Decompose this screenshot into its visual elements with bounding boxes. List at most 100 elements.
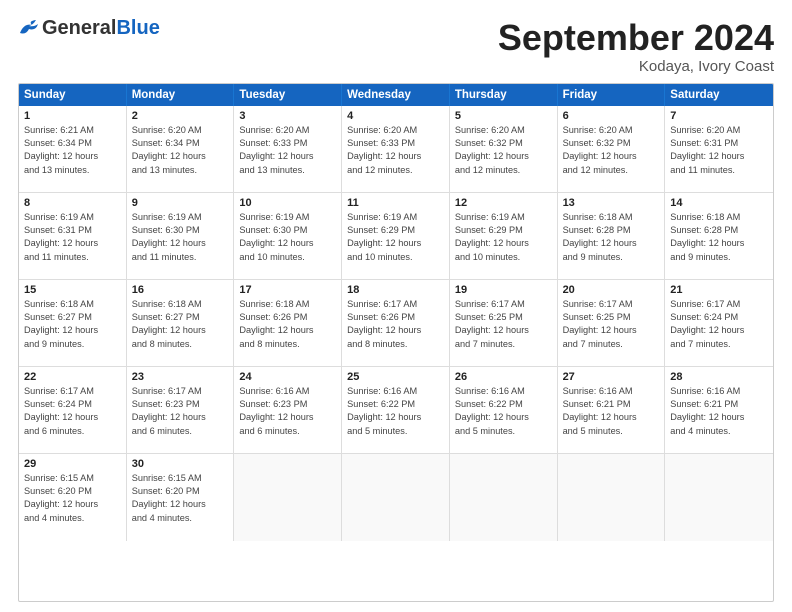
cal-cell-3-1: 23Sunrise: 6:17 AM Sunset: 6:23 PM Dayli… [127,367,235,453]
day-info: Sunrise: 6:16 AM Sunset: 6:22 PM Dayligh… [455,385,552,438]
day-number: 8 [24,197,121,209]
day-number: 2 [132,110,229,122]
day-info: Sunrise: 6:19 AM Sunset: 6:30 PM Dayligh… [239,211,336,264]
day-info: Sunrise: 6:20 AM Sunset: 6:32 PM Dayligh… [455,124,552,177]
day-info: Sunrise: 6:17 AM Sunset: 6:23 PM Dayligh… [132,385,229,438]
day-info: Sunrise: 6:20 AM Sunset: 6:33 PM Dayligh… [347,124,444,177]
day-number: 15 [24,284,121,296]
day-info: Sunrise: 6:19 AM Sunset: 6:30 PM Dayligh… [132,211,229,264]
cal-cell-2-0: 15 Sunrise: 6:18 AM Sunset: 6:27 PM Dayli… [19,280,127,366]
day-info: Sunrise: 6:16 AM Sunset: 6:22 PM Dayligh… [347,385,444,438]
cal-cell-1-6: 14 Sunrise: 6:18 AM Sunset: 6:28 PM Dayli… [665,193,773,279]
title-block: September 2024 Kodaya, Ivory Coast [498,18,774,75]
weekday-friday: Friday [558,84,666,106]
logo-text: GeneralBlue [42,18,160,38]
weekday-wednesday: Wednesday [342,84,450,106]
cal-cell-3-6: 28Sunrise: 6:16 AM Sunset: 6:21 PM Dayli… [665,367,773,453]
day-info: Sunrise: 6:18 AM Sunset: 6:26 PM Dayligh… [239,298,336,351]
day-number: 24 [239,371,336,383]
day-number: 26 [455,371,552,383]
day-info: Sunrise: 6:20 AM Sunset: 6:31 PM Dayligh… [670,124,768,177]
day-number: 10 [239,197,336,209]
calendar-body: 1 Sunrise: 6:21 AM Sunset: 6:34 PM Daylig… [19,106,773,541]
day-info: Sunrise: 6:18 AM Sunset: 6:27 PM Dayligh… [132,298,229,351]
day-info: Sunrise: 6:17 AM Sunset: 6:26 PM Dayligh… [347,298,444,351]
day-info: Sunrise: 6:16 AM Sunset: 6:21 PM Dayligh… [563,385,660,438]
day-number: 16 [132,284,229,296]
weekday-saturday: Saturday [665,84,773,106]
day-info: Sunrise: 6:18 AM Sunset: 6:27 PM Dayligh… [24,298,121,351]
cal-cell-0-1: 2 Sunrise: 6:20 AM Sunset: 6:34 PM Daylig… [127,106,235,192]
calendar: Sunday Monday Tuesday Wednesday Thursday… [18,83,774,602]
day-number: 29 [24,458,121,470]
day-info: Sunrise: 6:15 AM Sunset: 6:20 PM Dayligh… [132,472,229,525]
cal-cell-4-6 [665,454,773,541]
day-info: Sunrise: 6:17 AM Sunset: 6:24 PM Dayligh… [24,385,121,438]
weekday-tuesday: Tuesday [234,84,342,106]
subtitle: Kodaya, Ivory Coast [498,58,774,75]
day-number: 1 [24,110,121,122]
day-number: 7 [670,110,768,122]
day-number: 11 [347,197,444,209]
cal-cell-0-2: 3Sunrise: 6:20 AM Sunset: 6:33 PM Daylig… [234,106,342,192]
cal-cell-1-4: 12 Sunrise: 6:19 AM Sunset: 6:29 PM Dayli… [450,193,558,279]
logo-general: General [42,17,116,39]
month-title: September 2024 [498,18,774,58]
logo-blue: Blue [116,17,159,39]
day-info: Sunrise: 6:20 AM Sunset: 6:33 PM Dayligh… [239,124,336,177]
cal-cell-2-3: 18 Sunrise: 6:17 AM Sunset: 6:26 PM Dayli… [342,280,450,366]
day-info: Sunrise: 6:20 AM Sunset: 6:32 PM Dayligh… [563,124,660,177]
cal-cell-2-2: 17 Sunrise: 6:18 AM Sunset: 6:26 PM Dayli… [234,280,342,366]
day-info: Sunrise: 6:20 AM Sunset: 6:34 PM Dayligh… [132,124,229,177]
day-number: 17 [239,284,336,296]
weekday-sunday: Sunday [19,84,127,106]
cal-cell-4-4 [450,454,558,541]
day-number: 12 [455,197,552,209]
logo-bird-icon [18,19,40,37]
cal-cell-4-0: 29 Sunrise: 6:15 AM Sunset: 6:20 PM Dayli… [19,454,127,541]
week-row-3: 15 Sunrise: 6:18 AM Sunset: 6:27 PM Dayli… [19,280,773,367]
cal-cell-2-5: 20Sunrise: 6:17 AM Sunset: 6:25 PM Dayli… [558,280,666,366]
day-info: Sunrise: 6:17 AM Sunset: 6:25 PM Dayligh… [455,298,552,351]
cal-cell-1-0: 8 Sunrise: 6:19 AM Sunset: 6:31 PM Daylig… [19,193,127,279]
header: GeneralBlue September 2024 Kodaya, Ivory… [18,18,774,75]
day-info: Sunrise: 6:19 AM Sunset: 6:29 PM Dayligh… [455,211,552,264]
day-number: 28 [670,371,768,383]
cal-cell-1-2: 10 Sunrise: 6:19 AM Sunset: 6:30 PM Dayli… [234,193,342,279]
day-number: 4 [347,110,444,122]
cal-cell-4-3 [342,454,450,541]
logo: GeneralBlue [18,18,160,38]
day-info: Sunrise: 6:21 AM Sunset: 6:34 PM Dayligh… [24,124,121,177]
day-number: 6 [563,110,660,122]
cal-cell-0-3: 4 Sunrise: 6:20 AM Sunset: 6:33 PM Daylig… [342,106,450,192]
day-number: 27 [563,371,660,383]
day-info: Sunrise: 6:17 AM Sunset: 6:25 PM Dayligh… [563,298,660,351]
day-info: Sunrise: 6:17 AM Sunset: 6:24 PM Dayligh… [670,298,768,351]
cal-cell-0-5: 6 Sunrise: 6:20 AM Sunset: 6:32 PM Daylig… [558,106,666,192]
day-info: Sunrise: 6:18 AM Sunset: 6:28 PM Dayligh… [670,211,768,264]
cal-cell-1-5: 13Sunrise: 6:18 AM Sunset: 6:28 PM Dayli… [558,193,666,279]
day-number: 5 [455,110,552,122]
cal-cell-1-1: 9Sunrise: 6:19 AM Sunset: 6:30 PM Daylig… [127,193,235,279]
cal-cell-0-4: 5 Sunrise: 6:20 AM Sunset: 6:32 PM Daylig… [450,106,558,192]
cal-cell-3-4: 26 Sunrise: 6:16 AM Sunset: 6:22 PM Dayli… [450,367,558,453]
day-info: Sunrise: 6:19 AM Sunset: 6:31 PM Dayligh… [24,211,121,264]
day-number: 14 [670,197,768,209]
day-number: 30 [132,458,229,470]
cal-cell-0-6: 7 Sunrise: 6:20 AM Sunset: 6:31 PM Daylig… [665,106,773,192]
cal-cell-2-4: 19Sunrise: 6:17 AM Sunset: 6:25 PM Dayli… [450,280,558,366]
cal-cell-3-5: 27 Sunrise: 6:16 AM Sunset: 6:21 PM Dayli… [558,367,666,453]
cal-cell-3-0: 22Sunrise: 6:17 AM Sunset: 6:24 PM Dayli… [19,367,127,453]
week-row-1: 1 Sunrise: 6:21 AM Sunset: 6:34 PM Daylig… [19,106,773,193]
day-info: Sunrise: 6:19 AM Sunset: 6:29 PM Dayligh… [347,211,444,264]
cal-cell-0-0: 1 Sunrise: 6:21 AM Sunset: 6:34 PM Daylig… [19,106,127,192]
cal-cell-4-1: 30 Sunrise: 6:15 AM Sunset: 6:20 PM Dayli… [127,454,235,541]
weekday-monday: Monday [127,84,235,106]
day-info: Sunrise: 6:15 AM Sunset: 6:20 PM Dayligh… [24,472,121,525]
cal-cell-2-6: 21Sunrise: 6:17 AM Sunset: 6:24 PM Dayli… [665,280,773,366]
day-number: 18 [347,284,444,296]
week-row-5: 29 Sunrise: 6:15 AM Sunset: 6:20 PM Dayli… [19,454,773,541]
day-number: 25 [347,371,444,383]
day-info: Sunrise: 6:18 AM Sunset: 6:28 PM Dayligh… [563,211,660,264]
week-row-2: 8 Sunrise: 6:19 AM Sunset: 6:31 PM Daylig… [19,193,773,280]
